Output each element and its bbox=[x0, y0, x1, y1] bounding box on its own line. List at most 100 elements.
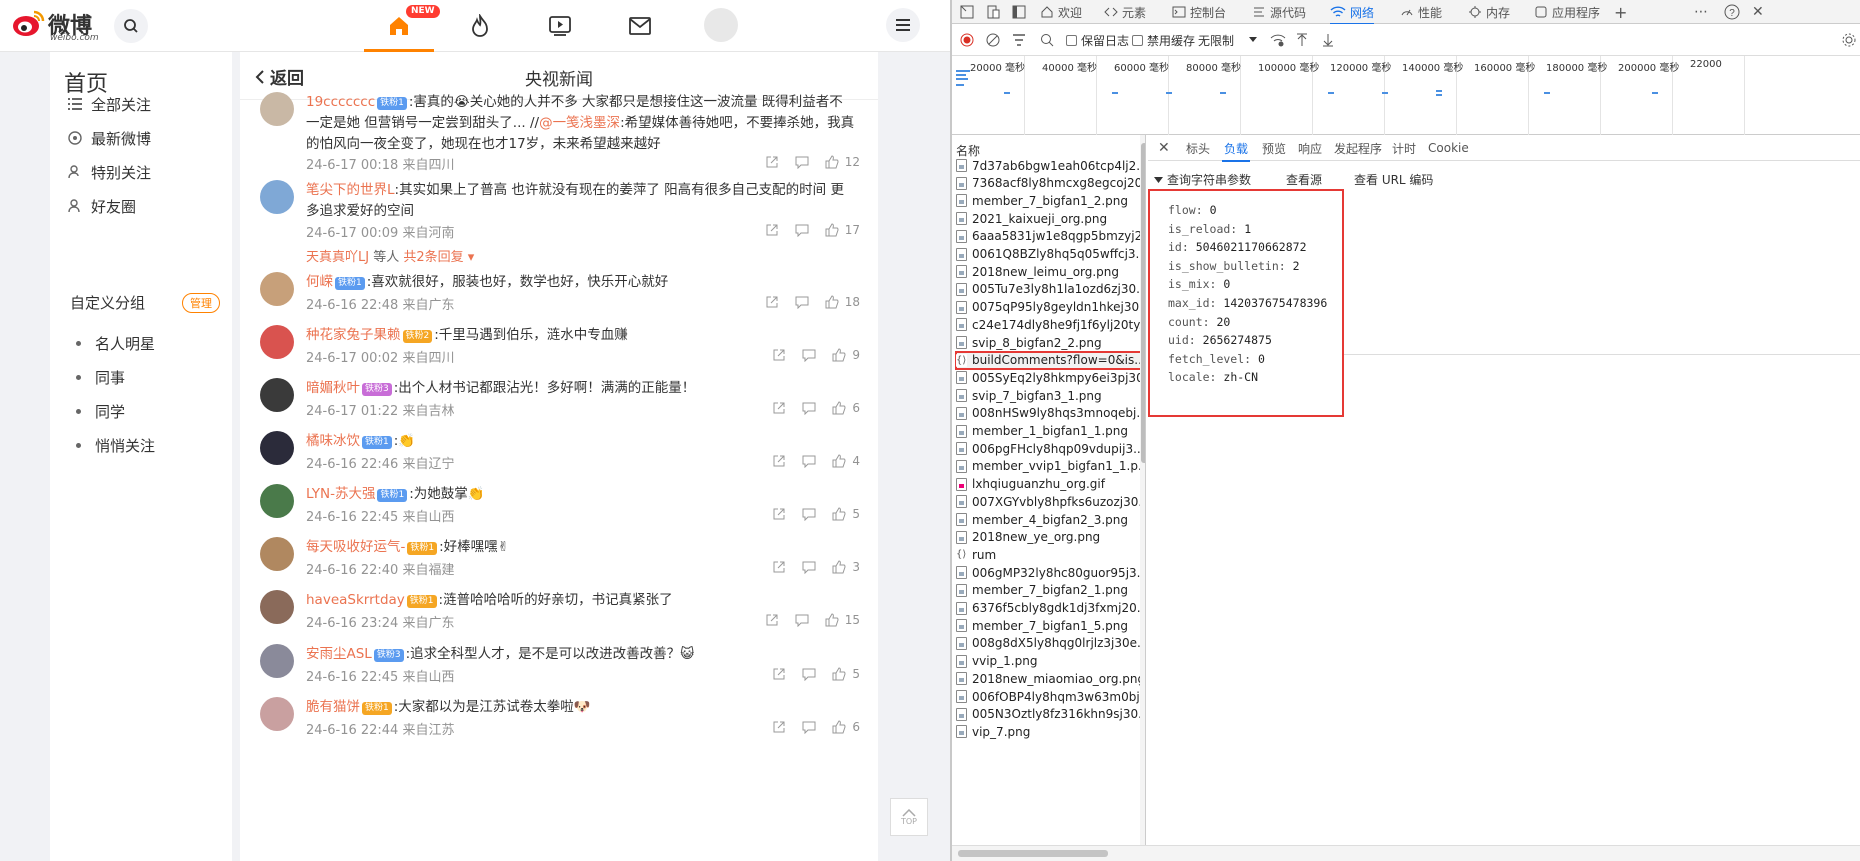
request-row[interactable]: 6376f5cbly8gdk1dj3fxmj20... bbox=[956, 600, 1142, 617]
mention-link[interactable]: @一笺浅墨深 bbox=[539, 115, 620, 131]
query-params-section-toggle[interactable]: 查询字符串参数 bbox=[1154, 171, 1251, 188]
help-icon[interactable]: ? bbox=[1724, 0, 1744, 24]
commenter-avatar[interactable] bbox=[260, 325, 294, 359]
reply-button[interactable] bbox=[802, 348, 816, 362]
commenter-avatar[interactable] bbox=[260, 590, 294, 624]
commenter-name[interactable]: 每天吸收好运气- bbox=[306, 539, 405, 555]
commenter-name[interactable]: LYN-苏大强 bbox=[306, 486, 375, 502]
reply-button[interactable] bbox=[802, 720, 816, 734]
request-row[interactable]: member_1_bigfan1_1.png bbox=[956, 423, 1142, 440]
detail-tab-response[interactable]: 响应 bbox=[1298, 135, 1322, 161]
detail-tab-headers[interactable]: 标头 bbox=[1186, 135, 1210, 161]
share-button[interactable] bbox=[772, 667, 786, 681]
export-har-button[interactable] bbox=[1322, 24, 1334, 56]
reply-button[interactable] bbox=[802, 507, 816, 521]
like-button[interactable]: 12 bbox=[825, 155, 860, 169]
commenter-name[interactable]: haveaSkrrtday bbox=[306, 592, 405, 608]
query-param-row[interactable]: is_mix: 0 bbox=[1168, 277, 1230, 291]
name-column-header[interactable]: 名称 bbox=[952, 135, 1145, 158]
reply-button[interactable] bbox=[795, 223, 809, 237]
request-row[interactable]: {⟩ rum bbox=[956, 546, 1142, 563]
like-button[interactable]: 6 bbox=[832, 401, 860, 415]
reply-summary[interactable]: 天真真吖LJ 等人 共2条回复 ▾ bbox=[306, 246, 474, 265]
search-button[interactable] bbox=[1040, 24, 1054, 56]
request-row[interactable]: 005SyEq2ly8hkmpy6ei3pj30... bbox=[956, 369, 1142, 386]
network-timeline[interactable]: 20000 毫秒 40000 毫秒 60000 毫秒 80000 毫秒 100000 毫… bbox=[952, 56, 1860, 135]
tab-application[interactable]: 应用程序 bbox=[1534, 0, 1600, 24]
query-param-row[interactable]: id: 5046021170662872 bbox=[1168, 240, 1307, 254]
close-icon[interactable]: ✕ bbox=[1752, 0, 1764, 24]
checkbox[interactable] bbox=[1132, 34, 1143, 46]
detail-tab-payload[interactable]: 负载 bbox=[1221, 135, 1251, 162]
disable-cache-checkbox[interactable]: 禁用缓存 bbox=[1132, 24, 1195, 56]
request-row[interactable]: svip_7_bigfan3_1.png bbox=[956, 387, 1142, 404]
search-button[interactable] bbox=[114, 9, 148, 43]
commenter-name[interactable]: 脆有猫饼 bbox=[306, 699, 360, 715]
request-row[interactable]: 006pgFHcly8hqp09vdupij3... bbox=[956, 440, 1142, 457]
request-row[interactable]: 008nHSw9ly8hqs3mnoqebj... bbox=[956, 405, 1142, 422]
request-row[interactable]: member_7_bigfan1_5.png bbox=[956, 617, 1142, 634]
commenter-name[interactable]: 何嵘 bbox=[306, 274, 333, 290]
commenter-name[interactable]: 安雨尘ASL bbox=[306, 646, 372, 662]
detail-tab-preview[interactable]: 预览 bbox=[1262, 135, 1286, 161]
network-conditions-button[interactable] bbox=[1270, 24, 1286, 56]
scroll-thumb[interactable] bbox=[958, 850, 1108, 857]
detail-tab-timing[interactable]: 计时 bbox=[1392, 135, 1416, 161]
group-item[interactable]: 同事 bbox=[76, 367, 125, 388]
scroll-thumb[interactable] bbox=[1141, 143, 1145, 463]
like-button[interactable]: 4 bbox=[832, 454, 860, 468]
detail-tab-initiator[interactable]: 发起程序 bbox=[1334, 135, 1382, 161]
request-row[interactable]: vip_7.png bbox=[956, 723, 1142, 740]
request-row[interactable]: vvip_1.png bbox=[956, 653, 1142, 670]
weibo-logo[interactable]: 微博 weibo.com bbox=[12, 6, 104, 43]
close-detail-icon[interactable]: ✕ bbox=[1158, 135, 1170, 161]
group-item[interactable]: 同学 bbox=[76, 401, 125, 422]
request-row[interactable]: 006fOBP4ly8hqm3w63m0bj... bbox=[956, 688, 1142, 705]
throttle-select[interactable]: 无限制 bbox=[1198, 24, 1258, 56]
tab-network[interactable]: 网络 bbox=[1330, 0, 1375, 25]
reply-button[interactable] bbox=[795, 155, 809, 169]
filter-button[interactable] bbox=[1012, 24, 1026, 56]
like-button[interactable]: 6 bbox=[832, 720, 860, 734]
hot-nav-button[interactable] bbox=[464, 10, 496, 42]
query-param-row[interactable]: flow: 0 bbox=[1168, 203, 1217, 217]
import-har-button[interactable] bbox=[1296, 24, 1308, 56]
view-url-encoded-link[interactable]: 查看 URL 编码 bbox=[1354, 171, 1433, 188]
commenter-name[interactable]: 19ccccccc bbox=[306, 94, 375, 110]
commenter-avatar[interactable] bbox=[260, 644, 294, 678]
request-row[interactable]: member_4_bigfan2_3.png bbox=[956, 511, 1142, 528]
settings-button[interactable] bbox=[1842, 24, 1856, 56]
commenter-avatar[interactable] bbox=[260, 537, 294, 571]
reply-button[interactable] bbox=[795, 295, 809, 309]
reply-button[interactable] bbox=[802, 560, 816, 574]
like-button[interactable]: 5 bbox=[832, 507, 860, 521]
share-button[interactable] bbox=[765, 223, 779, 237]
tab-performance[interactable]: 性能 bbox=[1400, 0, 1442, 24]
commenter-avatar[interactable] bbox=[260, 697, 294, 731]
detail-tab-cookies[interactable]: Cookie bbox=[1428, 135, 1469, 161]
request-row[interactable]: 005Tu7e3ly8h1la1ozd6zj30... bbox=[956, 281, 1142, 298]
tab-memory[interactable]: 内存 bbox=[1468, 0, 1510, 24]
tab-welcome[interactable]: 欢迎 bbox=[1040, 0, 1082, 24]
tab-console[interactable]: 控制台 bbox=[1172, 0, 1226, 24]
commenter-avatar[interactable] bbox=[260, 431, 294, 465]
reply-button[interactable] bbox=[802, 454, 816, 468]
request-row[interactable]: 0075qP95ly8geyldn1hkej30... bbox=[956, 299, 1142, 316]
sidebar-item-friends[interactable]: 好友圈 bbox=[68, 195, 136, 217]
share-button[interactable] bbox=[772, 401, 786, 415]
view-source-link[interactable]: 查看源 bbox=[1286, 171, 1322, 188]
request-row[interactable]: 006gMP32ly8hc80guor95j3... bbox=[956, 564, 1142, 581]
message-nav-button[interactable] bbox=[624, 10, 656, 42]
menu-button[interactable] bbox=[886, 8, 920, 42]
share-button[interactable] bbox=[772, 507, 786, 521]
add-tab-icon[interactable]: + bbox=[1614, 0, 1627, 24]
commenter-avatar[interactable] bbox=[260, 92, 294, 126]
sidebar-item-special[interactable]: 特别关注 bbox=[68, 161, 151, 183]
query-param-row[interactable]: max_id: 142037675478396 bbox=[1168, 296, 1327, 310]
reply-count[interactable]: 共2条回复 bbox=[403, 250, 463, 265]
query-param-row[interactable]: count: 20 bbox=[1168, 315, 1230, 329]
group-item[interactable]: 名人明星 bbox=[76, 333, 155, 354]
query-param-row[interactable]: is_show_bulletin: 2 bbox=[1168, 259, 1300, 273]
more-icon[interactable]: ⋯ bbox=[1694, 0, 1708, 24]
record-button[interactable] bbox=[960, 24, 974, 56]
